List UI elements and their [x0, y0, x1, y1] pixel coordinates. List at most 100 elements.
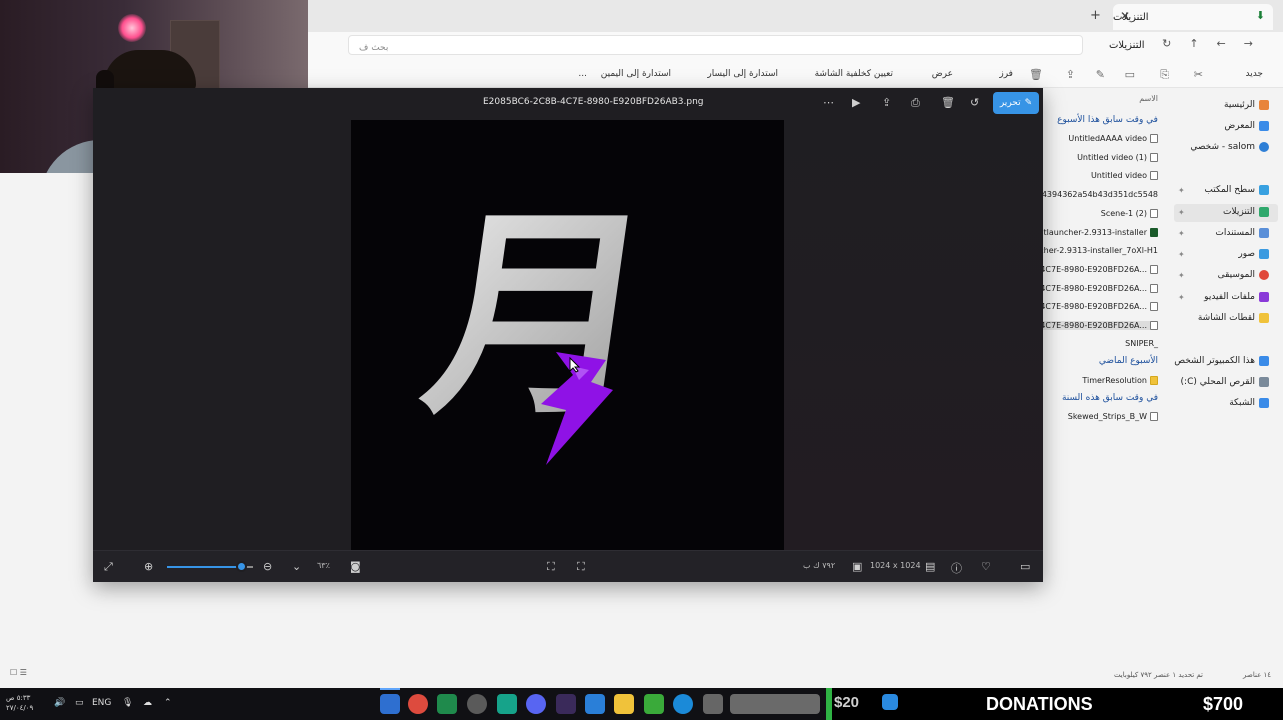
- set-background-button[interactable]: تعيين كخلفية الشاشة: [815, 69, 893, 79]
- screenshot-icon[interactable]: ◙: [350, 560, 361, 573]
- new-tab-icon[interactable]: +: [1090, 8, 1101, 23]
- sidebar-item-pictures[interactable]: صور: [1238, 249, 1269, 259]
- list-item[interactable]: Untitled video: [1091, 171, 1158, 180]
- fullscreen-icon[interactable]: ⤢: [104, 560, 113, 574]
- chevron-up-icon[interactable]: ⌃: [164, 698, 172, 708]
- language-indicator[interactable]: ENG: [92, 698, 111, 708]
- sort-button[interactable]: فرز: [999, 69, 1013, 79]
- sidebar-item-documents[interactable]: المستندات: [1215, 228, 1269, 238]
- close-tab-icon[interactable]: ✕: [1120, 9, 1130, 23]
- list-item[interactable]: Scene-1 (2): [1101, 209, 1158, 218]
- zoom-in-icon[interactable]: ⊕: [144, 560, 153, 573]
- taskbar-preview-thumbnail[interactable]: [730, 694, 820, 714]
- app-icon-green[interactable]: [497, 694, 517, 714]
- new-button[interactable]: جديد: [1245, 69, 1263, 79]
- pictures-icon: [1259, 249, 1269, 259]
- address-bar[interactable]: بحث ف التنزيلات: [348, 35, 1145, 55]
- edge-icon[interactable]: [673, 694, 693, 714]
- rotate-right-button[interactable]: استدارة إلى اليمين: [601, 69, 671, 79]
- favorite-heart-icon[interactable]: ♡: [981, 560, 991, 573]
- xbox-icon[interactable]: [437, 694, 457, 714]
- list-item[interactable]: TimerResolution: [1082, 376, 1158, 385]
- minecraft-icon[interactable]: [644, 694, 664, 714]
- app-icon-blue[interactable]: [585, 694, 605, 714]
- sidebar-item-this-pc[interactable]: هذا الكمبيوتر الشخص: [1174, 356, 1269, 366]
- breadcrumb[interactable]: التنزيلات: [1109, 40, 1145, 51]
- sidebar-item-onedrive[interactable]: salom - شخصي: [1190, 142, 1269, 152]
- sidebar-item-screenshots[interactable]: لقطات الشاشة: [1198, 313, 1269, 323]
- pin-icon[interactable]: ✦: [1178, 208, 1185, 217]
- app-icon-purple[interactable]: [556, 694, 576, 714]
- actual-size-icon[interactable]: ⛶: [547, 560, 555, 574]
- edit-button[interactable]: ✎ تحرير: [993, 92, 1039, 114]
- list-item[interactable]: cher-2.9313-installer_7oXl-H1: [1039, 246, 1158, 255]
- group-header[interactable]: في وقت سابق هذا الأسبوع: [1057, 115, 1158, 125]
- delete-icon[interactable]: 🗑: [941, 96, 955, 109]
- discord-icon[interactable]: [526, 694, 546, 714]
- sidebar-item-drive-c[interactable]: القرص المحلي (C:): [1181, 377, 1269, 387]
- microphone-icon[interactable]: 🎙: [122, 698, 133, 708]
- app-icon-tool[interactable]: [380, 694, 400, 714]
- chevron-down-icon[interactable]: ⌄: [292, 560, 301, 573]
- group-header[interactable]: الأسبوع الماضي: [1099, 356, 1158, 366]
- list-item[interactable]: 8B-4C7E-8980-E920BFD26A...: [1027, 284, 1158, 293]
- list-item[interactable]: 8B-4C7E-8980-E920BFD26A...: [1027, 302, 1158, 311]
- zoom-out-icon[interactable]: ⊖: [263, 560, 272, 573]
- more-options-icon[interactable]: ⋯: [823, 96, 834, 109]
- view-button[interactable]: عرض: [932, 69, 953, 79]
- clock[interactable]: ٥:٣٣ ص ٢٧/٠٤/٠٩: [6, 693, 33, 713]
- cut-icon[interactable]: ✂: [1194, 68, 1203, 81]
- list-item[interactable]: UntitledAAAA video: [1068, 134, 1158, 143]
- pin-icon[interactable]: ✦: [1178, 229, 1185, 238]
- navigation-arrows-icon[interactable]: ↻↑←→: [1162, 37, 1271, 50]
- image-canvas[interactable]: 月: [351, 120, 784, 550]
- share-icon[interactable]: ⇪: [1066, 68, 1075, 81]
- pin-icon[interactable]: ✦: [1178, 271, 1185, 280]
- rotate-left-button[interactable]: استدارة إلى اليسار: [707, 69, 778, 79]
- slideshow-icon[interactable]: ▶: [852, 96, 860, 109]
- copy-icon[interactable]: ⎘: [1160, 68, 1169, 82]
- time: ٥:٣٣ ص: [6, 694, 31, 702]
- volume-icon[interactable]: 🔊: [54, 698, 65, 708]
- paste-icon[interactable]: ▭: [1125, 68, 1135, 81]
- pin-icon[interactable]: ✦: [1178, 186, 1185, 195]
- search-input[interactable]: بحث ف: [359, 43, 388, 53]
- sidebar-item-gallery[interactable]: المعرض: [1224, 121, 1269, 131]
- filmstrip-icon[interactable]: ▭: [1020, 560, 1030, 573]
- display-icon[interactable]: ▭: [75, 698, 84, 708]
- list-item[interactable]: Skewed_Strips_B_W: [1068, 412, 1158, 421]
- list-item[interactable]: Untitled video (1): [1077, 153, 1158, 162]
- view-toggle-icon[interactable]: ☐ ☰: [10, 668, 27, 677]
- list-item[interactable]: tlauncher-2.9313-installer: [1044, 228, 1158, 237]
- zoom-percent[interactable]: ٦٣٪: [317, 561, 330, 570]
- chrome-icon[interactable]: [408, 694, 428, 714]
- share-icon[interactable]: ⇪: [882, 96, 891, 109]
- zoom-slider-thumb[interactable]: [235, 561, 247, 572]
- list-item[interactable]: SNIPER_: [1125, 339, 1158, 348]
- sidebar-item-network[interactable]: الشبكة: [1229, 398, 1269, 408]
- more-button[interactable]: ...: [578, 69, 587, 79]
- info-icon[interactable]: ⓘ: [951, 560, 962, 576]
- sidebar-item-downloads[interactable]: التنزيلات: [1223, 207, 1269, 217]
- list-item[interactable]: e74394362a54b43d351dc5548: [1032, 190, 1158, 199]
- fit-to-window-icon[interactable]: ⛶: [577, 560, 585, 574]
- sidebar-item-videos[interactable]: ملفات الفيديو: [1204, 292, 1269, 302]
- column-header-name[interactable]: الاسم: [1139, 94, 1158, 103]
- group-header[interactable]: في وقت سابق هذه السنة: [1062, 393, 1158, 403]
- delete-icon[interactable]: 🗑: [1029, 68, 1043, 81]
- rename-icon[interactable]: ✎: [1096, 68, 1105, 81]
- pin-icon[interactable]: ✦: [1178, 293, 1185, 302]
- app-icon-gray[interactable]: [703, 694, 723, 714]
- list-item-selected[interactable]: 8B-4C7E-8980-E920BFD26A...: [1026, 321, 1158, 330]
- sidebar-item-desktop[interactable]: سطح المكتب: [1204, 185, 1269, 195]
- list-item[interactable]: 8B-4C7E-8980-E920BFD26A...: [1027, 265, 1158, 274]
- rotate-icon[interactable]: ↺: [970, 96, 979, 109]
- settings-gear-icon[interactable]: [467, 694, 487, 714]
- cloud-icon[interactable]: ☁: [143, 698, 152, 708]
- pin-icon[interactable]: ✦: [1178, 250, 1185, 259]
- sidebar-item-home[interactable]: الرئيسية: [1224, 100, 1269, 110]
- tab-downloads[interactable]: ⬇ التنزيلات: [1113, 4, 1273, 30]
- sidebar-item-music[interactable]: الموسيقى: [1218, 270, 1269, 280]
- print-icon[interactable]: ⎙: [911, 96, 920, 110]
- file-explorer-icon[interactable]: [614, 694, 634, 714]
